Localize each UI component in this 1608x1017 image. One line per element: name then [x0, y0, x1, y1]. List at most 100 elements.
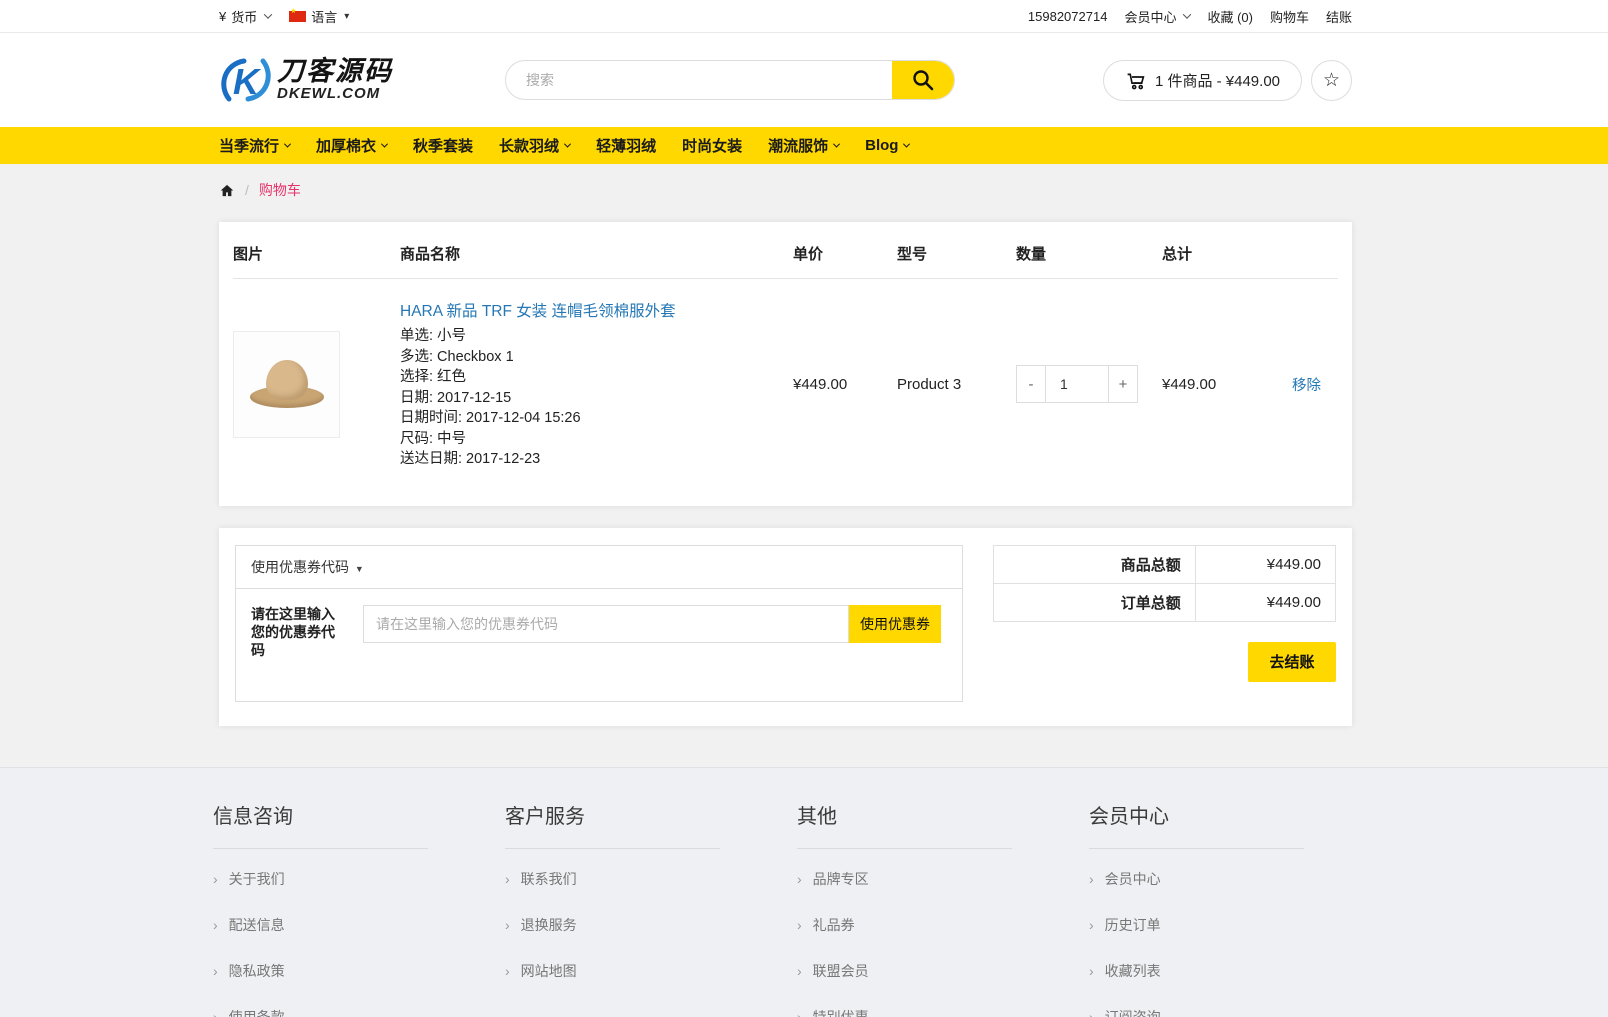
search-button[interactable] [892, 61, 954, 99]
home-link[interactable] [219, 183, 235, 198]
currency-label: 货币 [231, 7, 257, 26]
cart-summary-button[interactable]: 1 件商品 - ¥449.00 [1103, 60, 1302, 101]
nav-item-blog[interactable]: Blog [865, 137, 909, 154]
nav-item-light-down[interactable]: 轻薄羽绒 [596, 135, 656, 156]
chevron-down-icon [903, 141, 910, 148]
cart-row: HARA 新品 TRF 女装 连帽毛领棉服外套 单选: 小号 多选: Check… [233, 279, 1338, 490]
wishlist-link[interactable]: 收藏 (0) [1207, 7, 1253, 26]
footer-link-giftcards[interactable]: ›礼品券 [797, 902, 1059, 948]
footer-link-account[interactable]: ›会员中心 [1089, 856, 1351, 902]
col-header-quantity: 数量 [1016, 222, 1162, 279]
product-model: Product 3 [897, 279, 1016, 490]
chevron-down-icon [381, 141, 388, 148]
currency-symbol: ¥ [219, 9, 226, 24]
search-bar [505, 60, 955, 100]
cart-table: 图片 商品名称 单价 型号 数量 总计 [233, 222, 1338, 490]
footer-column-service: 客户服务 ›联系我们 ›退换服务 ›网站地图 [505, 790, 797, 1017]
search-input[interactable] [506, 61, 892, 99]
footer-column-title: 会员中心 [1089, 790, 1351, 829]
product-option: 选择: 红色 [400, 367, 793, 388]
col-header-image: 图片 [233, 222, 400, 279]
order-totals: 商品总额 ¥449.00 订单总额 ¥449.00 去结账 [993, 545, 1336, 709]
account-menu[interactable]: 会员中心 [1124, 7, 1190, 26]
breadcrumb-separator: / [245, 182, 249, 198]
footer-link-terms[interactable]: ›使用条款 [213, 994, 475, 1017]
site-logo[interactable]: K 刀客源码 DKEWL.COM [219, 54, 505, 106]
currency-selector[interactable]: ¥ 货币 [219, 7, 271, 26]
chevron-down-icon [564, 141, 571, 148]
remove-item-link[interactable]: 移除 [1292, 378, 1321, 394]
footer-link-sitemap[interactable]: ›网站地图 [505, 948, 767, 994]
nav-item-thick-coats[interactable]: 加厚棉衣 [316, 135, 387, 156]
checkout-button[interactable]: 去结账 [1248, 642, 1336, 682]
language-selector[interactable]: 语言 ▾ [289, 7, 349, 26]
breadcrumb-current[interactable]: 购物车 [259, 180, 301, 200]
subtotal-value: ¥449.00 [1195, 545, 1335, 583]
logo-name: 刀客源码 [277, 56, 393, 86]
footer-link-brands[interactable]: ›品牌专区 [797, 856, 1059, 902]
unit-price: ¥449.00 [793, 279, 897, 490]
summary-card: 使用优惠券代码 ▼ 请在这里输入您的优惠券代码 使用优惠券 商品总额 ¥449.… [219, 528, 1352, 726]
breadcrumb: / 购物车 [0, 164, 1608, 222]
logo-domain: DKEWL.COM [277, 85, 380, 102]
footer-link-specials[interactable]: ›特别优惠 [797, 994, 1059, 1017]
footer-link-privacy[interactable]: ›隐私政策 [213, 948, 475, 994]
subtotal-label: 商品总额 [994, 545, 1196, 583]
cart-card: 图片 商品名称 单价 型号 数量 总计 [219, 222, 1352, 506]
nav-item-long-down[interactable]: 长款羽绒 [499, 135, 570, 156]
hat-product-image [250, 358, 324, 410]
nav-item-fashion-women[interactable]: 时尚女装 [682, 135, 742, 156]
product-name-link[interactable]: HARA 新品 TRF 女装 连帽毛领棉服外套 [400, 299, 793, 321]
product-option: 单选: 小号 [400, 326, 793, 347]
chevron-right-icon: › [213, 1009, 218, 1017]
language-label: 语言 [311, 7, 337, 26]
product-option: 送达日期: 2017-12-23 [400, 449, 793, 470]
chevron-right-icon: › [797, 1009, 802, 1017]
svg-text:K: K [233, 61, 262, 102]
chevron-down-icon [1183, 10, 1191, 18]
footer-link-delivery[interactable]: ›配送信息 [213, 902, 475, 948]
chevron-right-icon: › [213, 871, 218, 887]
phone-number: 15982072714 [1028, 9, 1108, 24]
footer-column-title: 客户服务 [505, 790, 767, 829]
logo-k-icon: K [219, 54, 273, 106]
footer-link-returns[interactable]: ›退换服务 [505, 902, 767, 948]
coupon-code-input[interactable] [363, 605, 849, 643]
chevron-right-icon: › [1089, 917, 1094, 933]
chevron-down-icon [284, 141, 291, 148]
footer-link-wishlist[interactable]: ›收藏列表 [1089, 948, 1351, 994]
col-header-model: 型号 [897, 222, 1016, 279]
col-header-total: 总计 [1162, 222, 1292, 279]
topbar: ¥ 货币 语言 ▾ 15982072714 会员中心 收藏 (0) 购物车 结账 [0, 0, 1608, 33]
footer-link-newsletter[interactable]: ›订阅咨询 [1089, 994, 1351, 1017]
nav-item-autumn-sets[interactable]: 秋季套装 [413, 135, 473, 156]
search-icon [911, 68, 935, 92]
quantity-increase-button[interactable]: + [1108, 365, 1138, 403]
chevron-right-icon: › [505, 871, 510, 887]
col-header-price: 单价 [793, 222, 897, 279]
product-option: 尺码: 中号 [400, 429, 793, 450]
footer-link-about[interactable]: ›关于我们 [213, 856, 475, 902]
footer-link-order-history[interactable]: ›历史订单 [1089, 902, 1351, 948]
chevron-down-icon [833, 141, 840, 148]
product-option: 日期: 2017-12-15 [400, 388, 793, 409]
home-icon [219, 183, 235, 198]
chevron-right-icon: › [797, 963, 802, 979]
footer-link-contact[interactable]: ›联系我们 [505, 856, 767, 902]
chevron-right-icon: › [1089, 871, 1094, 887]
wishlist-button[interactable]: ☆ [1311, 60, 1352, 101]
apply-coupon-button[interactable]: 使用优惠券 [849, 605, 941, 643]
footer-link-affiliates[interactable]: ›联盟会员 [797, 948, 1059, 994]
cart-link[interactable]: 购物车 [1270, 7, 1309, 26]
order-total-label: 订单总额 [994, 583, 1196, 621]
chevron-down-icon [264, 10, 272, 18]
checkout-link[interactable]: 结账 [1326, 7, 1352, 26]
quantity-input[interactable] [1045, 365, 1109, 403]
cart-summary-text: 1 件商品 - ¥449.00 [1155, 70, 1280, 91]
coupon-panel-toggle[interactable]: 使用优惠券代码 ▼ [236, 546, 962, 589]
product-thumbnail[interactable] [233, 331, 340, 438]
nav-item-trendy[interactable]: 潮流服饰 [768, 135, 839, 156]
quantity-decrease-button[interactable]: - [1016, 365, 1046, 403]
nav-item-seasonal[interactable]: 当季流行 [219, 135, 290, 156]
cart-icon [1125, 70, 1146, 91]
